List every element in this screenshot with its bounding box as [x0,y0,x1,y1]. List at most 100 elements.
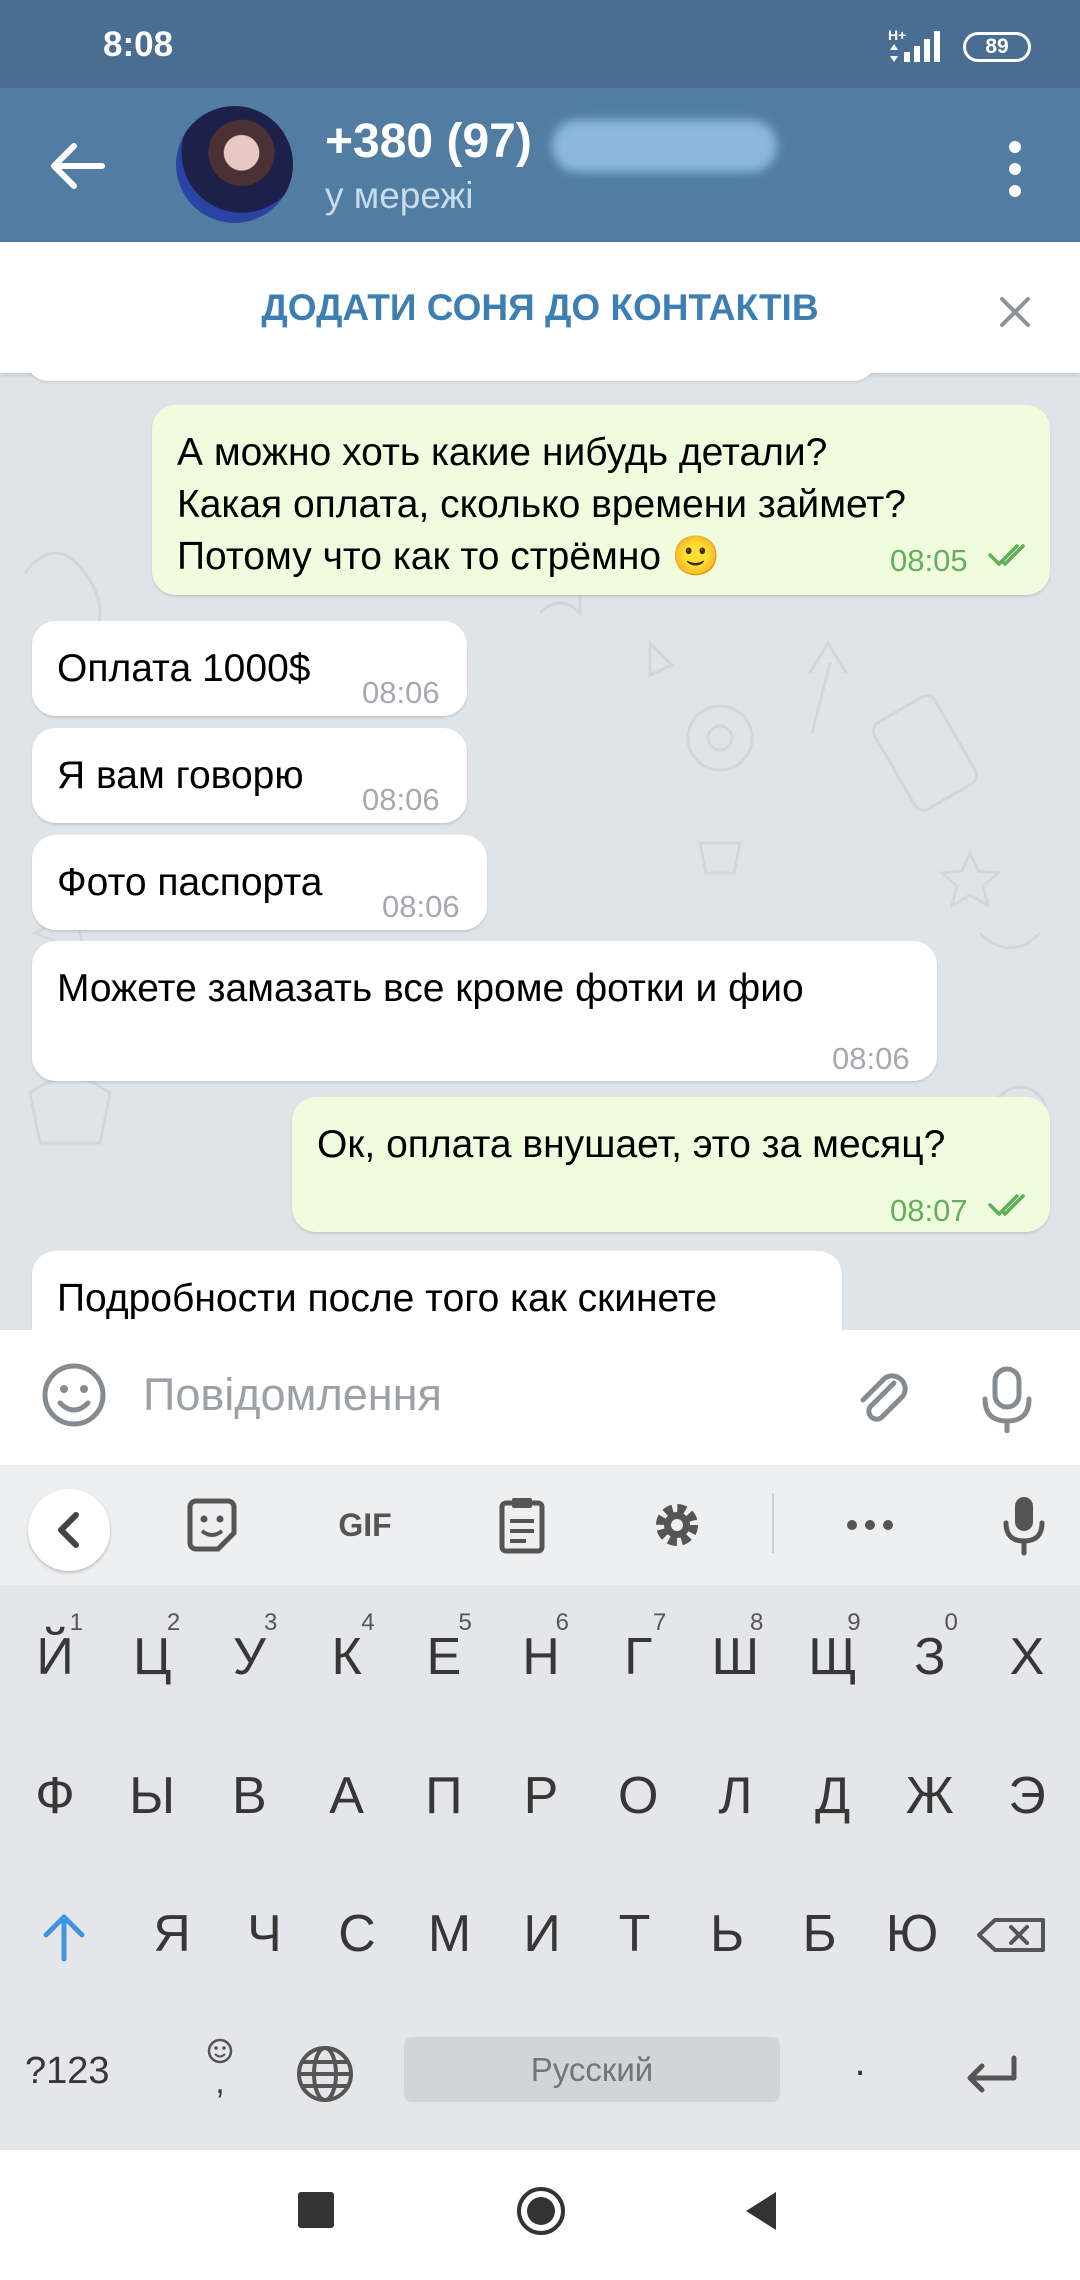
key-Ю[interactable]: Ю [862,1875,962,1993]
message-text: Ок, оплата внушает, это за месяц? [317,1123,946,1166]
key-Т[interactable]: Т [585,1875,685,1993]
key-label: Ь [709,1905,745,1963]
avatar[interactable] [176,106,293,223]
paperclip-icon[interactable] [850,1365,914,1429]
home-circle-icon[interactable] [515,2185,567,2237]
system-nav-bar [0,2150,1080,2280]
emoji-comma-key[interactable]: , [190,2035,250,2105]
key-number-hint: 6 [555,1609,569,1636]
key-Ы[interactable]: Ы [102,1737,202,1855]
key-Д[interactable]: Д [783,1737,883,1855]
incoming-message[interactable]: Я вам говорю 08:06 [32,728,467,823]
key-В[interactable]: В [199,1737,299,1855]
key-number-hint: 7 [652,1609,667,1636]
incoming-message[interactable]: Подробности после того как скинете [32,1251,842,1330]
key-Ш[interactable]: Ш8 [685,1598,785,1716]
key-number-hint: 9 [847,1609,861,1636]
key-label: Г [624,1628,653,1686]
key-Я[interactable]: Я [122,1875,222,1993]
key-label: Э [1008,1767,1046,1825]
signal-icon: H+ [888,27,940,62]
key-label: Б [802,1905,837,1963]
key-А[interactable]: А [297,1737,397,1855]
back-arrow-icon[interactable] [38,126,118,206]
enter-icon[interactable] [960,2048,1024,2104]
outgoing-message[interactable]: Ок, оплата внушает, это за месяц? 08:07 [292,1097,1050,1232]
space-key[interactable]: Русский [404,2037,780,2102]
shift-arrow-icon[interactable] [14,1875,114,1993]
key-label: О [617,1767,659,1825]
incoming-message[interactable]: Фото паспорта 08:06 [32,835,487,930]
key-К[interactable]: К4 [297,1598,397,1716]
key-Ь[interactable]: Ь [677,1875,777,1993]
voice-input-icon[interactable] [992,1493,1056,1557]
outgoing-message[interactable]: А можно хоть какие нибудь детали? Какая … [152,405,1050,595]
contact-name[interactable]: +380 (97) [325,114,532,169]
key-Г[interactable]: Г7 [588,1598,688,1716]
message-text: Я вам говорю [57,754,304,797]
key-label: В [232,1767,267,1825]
message-text: Фото паспорта [57,861,323,904]
key-П[interactable]: П [394,1737,494,1855]
message-input[interactable]: Повідомлення [143,1369,442,1421]
symbols-key[interactable]: ?123 [25,2050,135,2093]
key-Е[interactable]: Е5 [394,1598,494,1716]
key-Й[interactable]: Й1 [5,1598,105,1716]
message-list[interactable]: А можно хоть какие нибудь детали? Какая … [0,373,1080,1330]
key-У[interactable]: У3 [199,1598,299,1716]
add-contact-button[interactable]: ДОДАТИ СОНЯ ДО КОНТАКТІВ [0,287,1080,329]
key-Н[interactable]: Н6 [491,1598,591,1716]
key-Э[interactable]: Э [977,1737,1077,1855]
key-label: Е [426,1628,462,1686]
key-label: Й [36,1628,74,1686]
key-label: Д [814,1767,851,1825]
double-check-icon [988,1194,1025,1216]
more-horiz-icon[interactable] [838,1493,902,1557]
incoming-message[interactable]: Оплата 1000$ 08:06 [32,621,467,716]
key-О[interactable]: О [588,1737,688,1855]
message-time: 08:06 [382,889,460,924]
key-label: З [914,1628,946,1686]
microphone-icon[interactable] [975,1365,1039,1433]
key-И[interactable]: И [492,1875,592,1993]
key-Ц[interactable]: Ц2 [102,1598,202,1716]
close-icon[interactable] [990,287,1040,337]
globe-icon[interactable] [293,2042,357,2106]
key-С[interactable]: С [307,1875,407,1993]
period-key[interactable]: . [845,2040,875,2100]
key-label: Ф [35,1767,75,1825]
composer-bar: Повідомлення [0,1330,1080,1465]
sticker-icon[interactable] [180,1493,244,1557]
more-vert-icon[interactable] [990,133,1040,205]
redacted-blur [552,120,777,172]
add-contact-banner: ДОДАТИ СОНЯ ДО КОНТАКТІВ [0,242,1080,373]
backspace-icon[interactable] [965,1875,1065,1993]
back-triangle-icon[interactable] [742,2190,780,2232]
message-text: А можно хоть какие нибудь детали? Какая … [177,431,906,578]
key-label: Ы [129,1767,176,1825]
key-label: Ж [905,1767,954,1825]
key-number-hint: 5 [458,1609,472,1636]
key-label: К [331,1628,362,1686]
key-Р[interactable]: Р [491,1737,591,1855]
key-М[interactable]: М [400,1875,500,1993]
gif-button[interactable]: GIF [330,1493,400,1557]
key-number-hint: 0 [944,1609,958,1636]
key-Ф[interactable]: Ф [5,1737,105,1855]
clipboard-icon[interactable] [490,1493,554,1557]
key-Б[interactable]: Б [770,1875,870,1993]
key-З[interactable]: З0 [880,1598,980,1716]
key-Ж[interactable]: Ж [880,1737,980,1855]
key-Х[interactable]: Х [977,1598,1077,1716]
message-time: 08:06 [362,675,440,710]
chevron-left-icon[interactable] [28,1489,110,1571]
key-Щ[interactable]: Щ9 [783,1598,883,1716]
recents-square-icon[interactable] [298,2192,334,2228]
settings-gear-icon[interactable] [645,1493,709,1557]
key-label: Ц [132,1628,172,1686]
emoji-icon[interactable] [40,1361,108,1429]
key-Ч[interactable]: Ч [215,1875,315,1993]
key-Л[interactable]: Л [685,1737,785,1855]
incoming-message[interactable]: Можете замазать все кроме фотки и фио 08:… [32,941,937,1081]
comma-label: , [215,2063,225,2101]
